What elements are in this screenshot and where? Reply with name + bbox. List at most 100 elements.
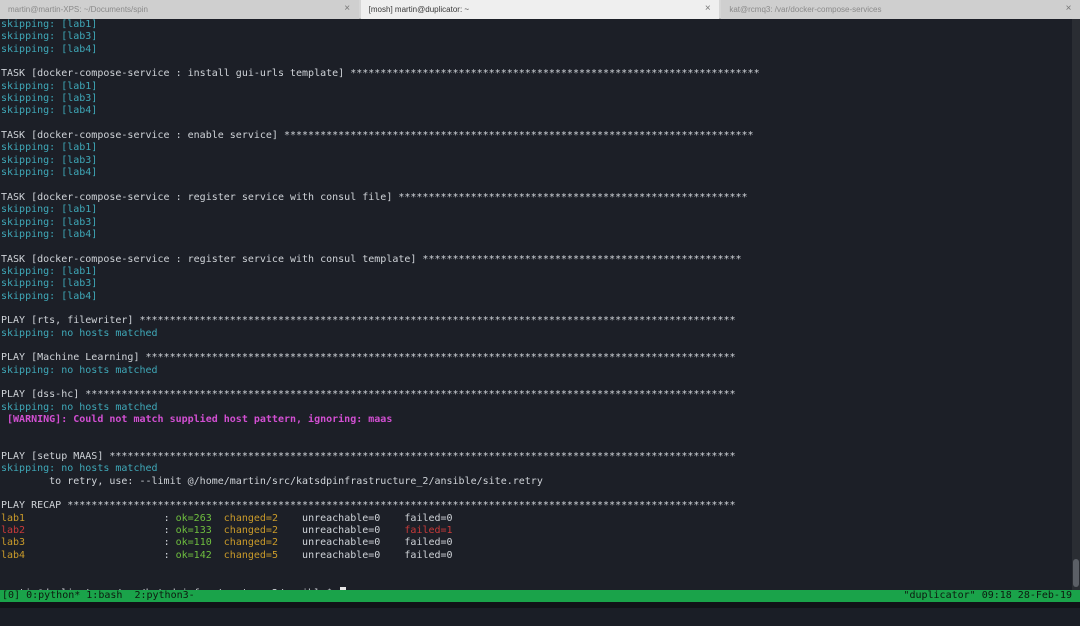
close-icon[interactable]: × — [702, 3, 713, 14]
terminal-line: skipping: [lab3] — [1, 155, 760, 167]
tab-label: martin@martin-XPS: ~/Documents/spin — [8, 5, 148, 14]
terminal-text: skipping: [lab1] — [1, 204, 98, 216]
terminal-text: skipping: [lab3] — [1, 278, 98, 290]
terminal-text: ok=263 — [175, 512, 212, 524]
tmux-window-list[interactable]: [0] 0:python* 1:bash 2:python3- — [2, 590, 195, 602]
terminal-output[interactable]: skipping: [lab1] skipping: [lab3] skipping… — [0, 19, 1072, 590]
terminal-text: lab4 — [1, 549, 26, 561]
terminal-line: skipping: [lab3] — [1, 93, 760, 105]
terminal-text: to retry, use: --limit @/home/martin/src… — [1, 475, 543, 487]
terminal-text: skipping: no hosts matched — [1, 327, 158, 339]
terminal-text: PLAY [Machine Learning] ****************… — [1, 352, 736, 364]
tab-label: [mosh] martin@duplicator: ~ — [368, 5, 470, 14]
terminal-text: unreachable=0 failed=0 — [277, 512, 453, 524]
terminal-line: lab2 : ok=133 changed=2 unreachable=0 fa… — [1, 525, 760, 537]
terminal-text: ok=133 — [175, 525, 212, 537]
terminal-lines: skipping: [lab1] skipping: [lab3] skipping… — [1, 19, 760, 590]
tmux-host-clock: "duplicator" 09:18 28-Feb-19 — [903, 590, 1072, 601]
terminal-text: changed=5 — [223, 549, 278, 561]
terminal-line: PLAY [rts, filewriter] *****************… — [1, 315, 760, 327]
terminal-line: TASK [docker-compose-service : register … — [1, 192, 760, 204]
terminal-text: PLAY RECAP *****************************… — [1, 500, 736, 512]
terminal-text: skipping: no hosts matched — [1, 364, 158, 376]
terminal-text: skipping: [lab4] — [1, 167, 98, 179]
terminal-text: ok=110 — [175, 537, 212, 549]
terminal-text: skipping: [lab1] — [1, 142, 98, 154]
terminal-scrollbar[interactable] — [1072, 19, 1080, 590]
close-icon[interactable]: × — [1063, 3, 1074, 14]
terminal-text: lab3 — [1, 537, 26, 549]
terminal-text: skipping: [lab1] — [1, 80, 98, 92]
terminal-line: skipping: no hosts matched — [1, 402, 760, 414]
terminal-line: skipping: [lab4] — [1, 44, 760, 56]
terminal-line: skipping: [lab4] — [1, 167, 760, 179]
terminal-text: changed=2 — [223, 512, 278, 524]
window-bottom-edge — [0, 602, 1080, 608]
terminal-text: : — [25, 549, 176, 561]
tab-mosh-duplicator[interactable]: [mosh] martin@duplicator: ~ × — [360, 0, 720, 19]
terminal-line: skipping: no hosts matched — [1, 463, 760, 475]
terminal-text: skipping: [lab3] — [1, 154, 98, 166]
terminal-tab-bar: martin@martin-XPS: ~/Documents/spin × [m… — [0, 0, 1080, 19]
terminal-text: skipping: [lab4] — [1, 228, 98, 240]
terminal-line: lab1 : ok=263 changed=2 unreachable=0 fa… — [1, 513, 760, 525]
terminal-text: failed=1 — [404, 525, 453, 537]
terminal-text: PLAY [setup MAAS] **********************… — [1, 451, 736, 463]
terminal-line: skipping: [lab1] — [1, 19, 760, 31]
terminal-line: lab3 : ok=110 changed=2 unreachable=0 fa… — [1, 537, 760, 549]
terminal-text: skipping: [lab1] — [1, 19, 98, 30]
tab-label: kat@rcmq3: /var/docker-compose-services — [729, 5, 882, 14]
terminal-line: skipping: [lab1] — [1, 204, 760, 216]
terminal-line: skipping: [lab1] — [1, 142, 760, 154]
terminal-line: to retry, use: --limit @/home/martin/src… — [1, 476, 760, 488]
terminal-line: PLAY [dss-hc] **************************… — [1, 389, 760, 401]
terminal-text: unreachable=0 failed=0 — [277, 537, 453, 549]
terminal-line: TASK [docker-compose-service : enable se… — [1, 130, 760, 142]
terminal-text: PLAY [rts, filewriter] *****************… — [1, 315, 736, 327]
terminal-text: TASK [docker-compose-service : enable se… — [1, 130, 754, 142]
terminal-line: [WARNING]: Could not match supplied host… — [1, 414, 760, 426]
terminal-text: lab2 — [1, 525, 26, 537]
terminal-text: [WARNING]: Could not match supplied host… — [1, 414, 393, 425]
terminal-line: skipping: [lab4] — [1, 291, 760, 303]
scrollbar-thumb[interactable] — [1073, 559, 1079, 587]
tab-local-terminal[interactable]: martin@martin-XPS: ~/Documents/spin × — [0, 0, 359, 19]
terminal-text: TASK [docker-compose-service : install g… — [1, 68, 760, 80]
close-icon[interactable]: × — [342, 3, 353, 14]
terminal-text: skipping: [lab1] — [1, 265, 98, 277]
terminal-text: skipping: [lab3] — [1, 31, 98, 43]
terminal-text: skipping: no hosts matched — [1, 401, 158, 413]
terminal-line: PLAY RECAP *****************************… — [1, 500, 760, 512]
terminal-text: : — [25, 537, 176, 549]
tab-kat-rcmq3[interactable]: kat@rcmq3: /var/docker-compose-services … — [721, 0, 1080, 19]
terminal-line: PLAY [setup MAAS] **********************… — [1, 451, 760, 463]
terminal-line: TASK [docker-compose-service : install g… — [1, 68, 760, 80]
terminal-text: ok=142 — [175, 549, 212, 561]
terminal-line: skipping: [lab3] — [1, 278, 760, 290]
terminal-line: skipping: no hosts matched — [1, 365, 760, 377]
terminal-text: lab1 — [1, 512, 26, 524]
terminal-line: skipping: [lab4] — [1, 229, 760, 241]
terminal-text: skipping: [lab3] — [1, 216, 98, 228]
terminal-line: skipping: no hosts matched — [1, 328, 760, 340]
terminal-text: changed=2 — [223, 537, 278, 549]
terminal-line: skipping: [lab1] — [1, 81, 760, 93]
terminal-text: unreachable=0 — [277, 525, 405, 537]
terminal-line: skipping: [lab1] — [1, 266, 760, 278]
terminal-text: TASK [docker-compose-service : register … — [1, 253, 742, 265]
terminal-text: skipping: [lab3] — [1, 93, 98, 105]
terminal-text: TASK [docker-compose-service : register … — [1, 191, 748, 203]
terminal-line: skipping: [lab3] — [1, 31, 760, 43]
terminal-text: skipping: [lab4] — [1, 105, 98, 117]
